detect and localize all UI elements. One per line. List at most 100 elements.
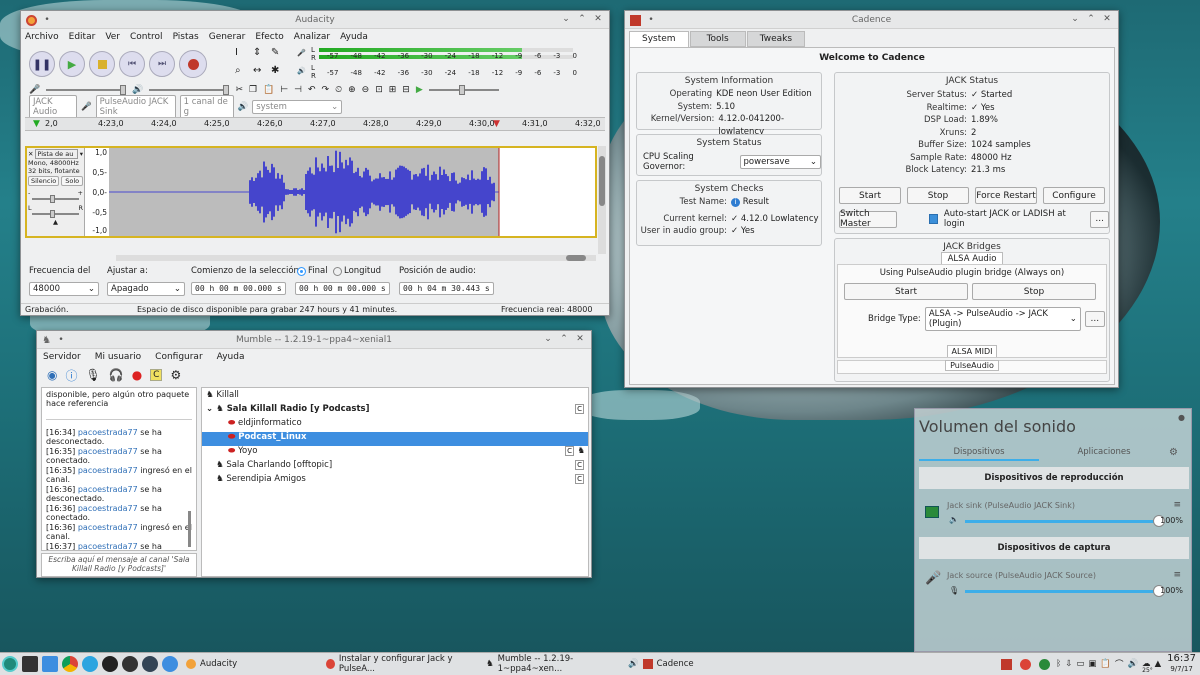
record-device-select[interactable]: PulseAudio JACK Sink [95,95,176,119]
chrome-icon[interactable] [62,656,78,672]
bridge-start-button[interactable]: Start [844,283,968,300]
channel-item[interactable]: ⌄ ♞ Sala Killall Radio [y Podcasts] C [202,404,588,418]
connect-icon[interactable]: ◉ [47,368,57,382]
bridge-type-select[interactable]: ALSA -> PulseAudio -> JACK (Plugin) ⌄ [924,307,1081,331]
log-user-link[interactable]: pacoestrada77 [78,523,138,532]
tab-tools[interactable]: Tools [689,31,746,47]
user-item[interactable]: ⬬ Yoyo C ♞ [202,446,588,460]
mumble-launcher-icon[interactable] [102,656,118,672]
pin-icon[interactable]: • [41,14,53,26]
sync-lock-icon[interactable]: ⏲ [335,85,342,95]
menu-efecto[interactable]: Efecto [255,32,283,42]
trim-icon[interactable]: ⊢ [280,85,288,95]
weather-icon[interactable]: ☁ 25° [1142,659,1153,674]
tab-system[interactable]: System [629,31,689,47]
zoom-toggle-icon[interactable]: ⊟ [402,85,410,95]
record-volume-slider[interactable] [46,85,127,95]
sync-tray-icon[interactable] [1039,658,1051,670]
task-audacity[interactable]: Audacity [180,654,320,675]
gain-slider[interactable] [32,195,79,203]
tab-tweaks[interactable]: Tweaks [746,31,806,47]
selection-tool-icon[interactable]: I [235,47,251,63]
audio-host-select[interactable]: JACK Audio [29,95,77,119]
deafen-self-icon[interactable]: 🎧 [109,368,124,382]
skip-end-button[interactable]: ⏭ [149,51,175,77]
tree-root[interactable]: ♞ Killall [202,390,588,404]
expand-tray-icon[interactable]: ▲ [1155,659,1162,669]
configure-icon[interactable]: ⚙ [170,368,181,382]
redo-icon[interactable]: ↷ [322,85,330,95]
sink-menu-icon[interactable]: ≡ [1173,500,1181,510]
zoom-out-icon[interactable]: ⊖ [362,85,370,95]
speaker-tray-icon[interactable]: 🔊 [1128,659,1139,669]
skip-start-button[interactable]: ⏮ [119,51,145,77]
record-icon[interactable]: ● [132,368,142,382]
network-icon[interactable]: ⌒ [1115,658,1124,670]
clock[interactable]: 16:37 9/7/17 [1167,654,1196,674]
menu-analizar[interactable]: Analizar [294,32,330,42]
channel-item[interactable]: ♞ Serendipia Amigos C [202,474,588,488]
menu-servidor[interactable]: Servidor [43,352,81,362]
cadence-tray-icon[interactable] [1001,658,1013,670]
length-radio[interactable]: Longitud [333,266,381,276]
menu-control[interactable]: Control [130,32,163,42]
chrome-tray-icon[interactable] [1020,658,1032,670]
pin-icon[interactable]: • [55,334,67,346]
user-item-selected[interactable]: ⬬ Podcast_Linux [202,432,588,446]
configure-button[interactable]: Configure [1043,187,1105,204]
bridge-stop-button[interactable]: Stop [972,283,1096,300]
log-user-link[interactable]: pacoestrada77 [78,542,138,550]
audio-position-time[interactable]: 00 h 04 m 30.443 s [399,282,494,295]
autostart-more-button[interactable]: ... [1090,210,1109,228]
playback-device-select[interactable]: system ⌄ [252,100,343,114]
obs-icon[interactable] [122,656,138,672]
end-radio[interactable]: Final [297,266,328,276]
zoom-tool-icon[interactable]: ⌕ [235,65,251,81]
selection-end-time[interactable]: 00 h 00 m 00.000 s [295,282,390,295]
maximize-icon[interactable]: ⌃ [558,333,570,345]
mic-level-icon[interactable]: 🎙 [949,586,959,595]
tab-alsa-midi[interactable]: ALSA MIDI [946,345,998,357]
source-volume-slider[interactable] [965,585,1165,597]
stop-button[interactable] [89,51,115,77]
close-icon[interactable]: ✕ [1101,13,1113,25]
log-user-link[interactable]: pacoestrada77 [78,447,138,456]
play-at-speed-icon[interactable]: ▶ [416,85,423,95]
draw-tool-icon[interactable]: ✎ [271,47,287,63]
record-button[interactable] [179,50,207,78]
menu-generar[interactable]: Generar [209,32,246,42]
bluetooth-icon[interactable]: ᛒ [1056,659,1061,669]
zoom-in-icon[interactable]: ⊕ [348,85,356,95]
maximize-icon[interactable]: ⌃ [1085,13,1097,25]
play-speed-slider[interactable] [428,85,499,95]
task-cadence[interactable]: 🔊 Cadence [622,654,714,675]
timeshift-tool-icon[interactable]: ↔ [253,65,269,81]
telegram-icon[interactable] [82,656,98,672]
selection-start-time[interactable]: 00 h 00 m 00.000 s [191,282,286,295]
menu-ver[interactable]: Ver [105,32,120,42]
mute-self-icon[interactable]: 🎙 [86,368,101,382]
copy-icon[interactable]: ❐ [249,85,257,95]
vertical-scrollbar[interactable] [598,146,606,254]
paste-icon[interactable]: 📋 [263,85,274,95]
collapse-track-icon[interactable]: ▲ [28,218,83,226]
clipboard-icon[interactable]: 📋 [1100,659,1111,669]
headphones-icon[interactable] [162,656,178,672]
menu-ayuda[interactable]: Ayuda [217,352,245,362]
log-user-link[interactable]: pacoestrada77 [78,485,138,494]
envelope-tool-icon[interactable]: ⇕ [253,47,269,63]
waveform[interactable] [109,148,595,236]
chevron-down-icon[interactable]: ▾ [80,150,83,158]
pin-popup-icon[interactable]: ● [1178,413,1185,422]
log-user-link[interactable]: pacoestrada77 [78,504,138,513]
track-close-icon[interactable]: ✕ [28,150,33,158]
track-name-menu[interactable]: Pista de au [35,149,78,159]
sink-volume-slider[interactable] [965,515,1165,527]
settings-icon[interactable]: ⚙ [1169,447,1178,461]
pin-icon[interactable]: • [645,14,657,26]
multi-tool-icon[interactable]: ✱ [271,65,287,81]
project-rate-select[interactable]: 48000 ⌄ [29,282,99,296]
undo-icon[interactable]: ↶ [308,85,316,95]
fit-project-icon[interactable]: ⊞ [389,85,397,95]
file-manager-icon[interactable] [42,656,58,672]
